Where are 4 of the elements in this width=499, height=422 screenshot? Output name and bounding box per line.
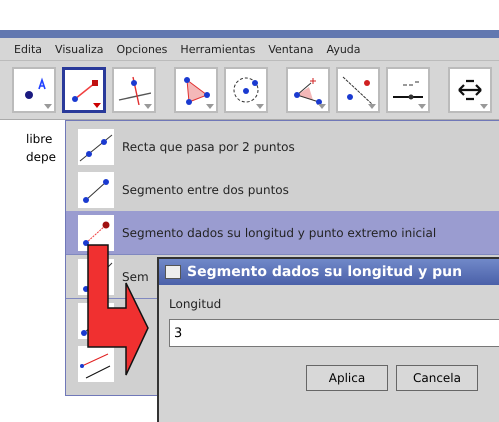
algebra-text: depe xyxy=(26,150,57,164)
dialog-title: Segmento dados su longitud y pun xyxy=(187,264,462,280)
algebra-text: libre xyxy=(26,132,54,146)
field-label: Longitud xyxy=(169,297,222,311)
